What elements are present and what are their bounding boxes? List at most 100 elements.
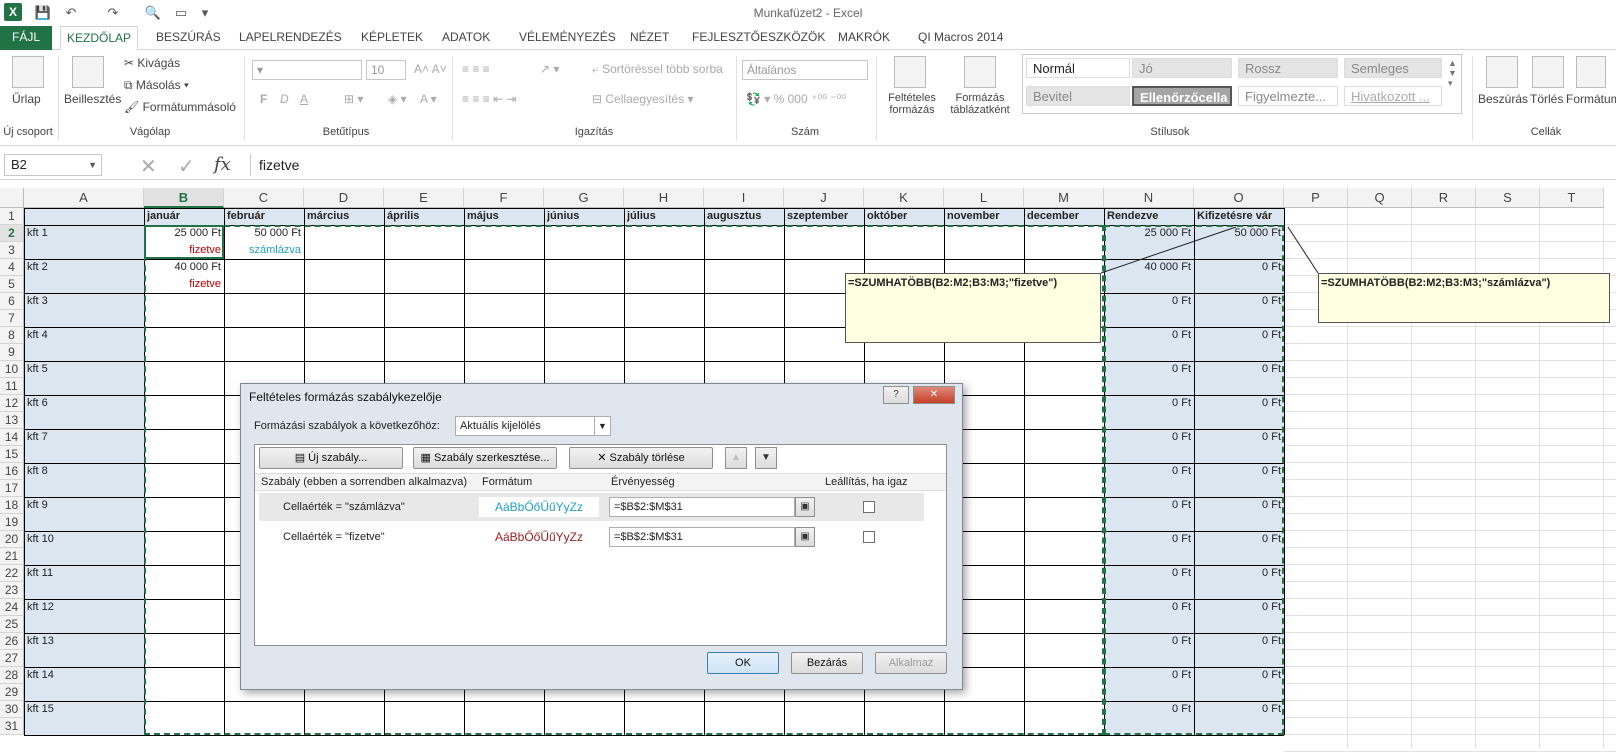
- customize-qat-icon[interactable]: ▾: [196, 4, 214, 22]
- row-header-28[interactable]: 28: [0, 667, 24, 684]
- header-cell[interactable]: Kifizetésre vár: [1194, 209, 1284, 224]
- style-normal[interactable]: Normál: [1026, 58, 1130, 78]
- company-cell[interactable]: kft 13: [24, 634, 144, 649]
- print-preview-icon[interactable]: 🔍: [144, 4, 162, 22]
- company-cell[interactable]: kft 5: [24, 362, 144, 377]
- tab-view[interactable]: NÉZET: [624, 26, 675, 50]
- form-icon[interactable]: [12, 56, 44, 88]
- wrap-text-button[interactable]: ⤶ Sortöréssel több sorba: [592, 62, 723, 77]
- column-header-L[interactable]: L: [944, 188, 1024, 208]
- font-name-combo[interactable]: ▾: [252, 60, 362, 80]
- select-all-corner[interactable]: [0, 188, 24, 208]
- company-cell[interactable]: kft 4: [24, 328, 144, 343]
- row-header-10[interactable]: 10: [0, 361, 24, 378]
- header-cell[interactable]: november: [944, 209, 1024, 224]
- row-header-29[interactable]: 29: [0, 684, 24, 701]
- row-header-26[interactable]: 26: [0, 633, 24, 650]
- column-header-F[interactable]: F: [464, 188, 544, 208]
- tab-insert[interactable]: BESZÚRÁS: [150, 26, 227, 50]
- close-dialog-button[interactable]: ✕: [913, 386, 955, 404]
- stop-if-true-checkbox[interactable]: [863, 531, 875, 543]
- bold-button[interactable]: F: [260, 92, 267, 106]
- orientation-icon[interactable]: ↗ ▾: [540, 62, 559, 76]
- help-button[interactable]: ?: [883, 386, 909, 404]
- insert-cells-icon[interactable]: [1486, 56, 1518, 88]
- grow-font-icon[interactable]: A˄ A˅: [414, 62, 447, 76]
- column-header-O[interactable]: O: [1194, 188, 1284, 208]
- column-header-K[interactable]: K: [864, 188, 944, 208]
- format-as-table-button[interactable]: Formázás táblázatként: [944, 92, 1016, 116]
- company-cell[interactable]: kft 15: [24, 702, 144, 717]
- style-bad[interactable]: Rossz: [1238, 58, 1338, 78]
- row-header-13[interactable]: 13: [0, 412, 24, 429]
- confirm-formula-icon[interactable]: ✓: [178, 154, 195, 179]
- paste-icon[interactable]: [72, 56, 104, 88]
- company-cell[interactable]: kft 12: [24, 600, 144, 615]
- row-header-17[interactable]: 17: [0, 480, 24, 497]
- column-header-N[interactable]: N: [1104, 188, 1194, 208]
- undo-icon[interactable]: ↶: [62, 4, 80, 22]
- row-header-25[interactable]: 25: [0, 616, 24, 633]
- column-header-D[interactable]: D: [304, 188, 384, 208]
- row-header-5[interactable]: 5: [0, 276, 24, 293]
- tab-home[interactable]: KEZDŐLAP: [60, 26, 139, 51]
- column-header-E[interactable]: E: [384, 188, 464, 208]
- move-up-button[interactable]: ▲: [725, 447, 747, 469]
- company-cell[interactable]: kft 9: [24, 498, 144, 513]
- column-header-A[interactable]: A: [24, 188, 144, 208]
- header-cell[interactable]: Rendezve: [1104, 209, 1194, 224]
- header-cell[interactable]: május: [464, 209, 544, 224]
- rule-row[interactable]: Cellaérték = "számlázva" AáBbŐőŰűYyZz =$…: [259, 493, 924, 521]
- column-header-T[interactable]: T: [1540, 188, 1604, 208]
- border-icon[interactable]: ⊞ ▾: [344, 92, 363, 106]
- tab-developer[interactable]: FEJLESZTŐESZKÖZÖK: [686, 26, 831, 50]
- column-header-R[interactable]: R: [1412, 188, 1476, 208]
- row-header-18[interactable]: 18: [0, 497, 24, 514]
- align-top-icon[interactable]: ≡ ≡ ≡: [462, 62, 490, 76]
- format-cells-button[interactable]: Formátum: [1566, 92, 1616, 106]
- style-check-cell[interactable]: Ellenőrzőcella: [1132, 86, 1232, 106]
- paste-button[interactable]: Beillesztés: [64, 92, 121, 106]
- company-cell[interactable]: kft 3: [24, 294, 144, 309]
- font-size-combo[interactable]: 10: [366, 60, 406, 80]
- close-button[interactable]: Bezárás: [791, 652, 863, 674]
- company-cell[interactable]: kft 11: [24, 566, 144, 581]
- company-cell[interactable]: kft 10: [24, 532, 144, 547]
- formula-note-rendezve[interactable]: =SZUMHATÖBB(B2:M2;B3:M3;"fizetve"): [845, 273, 1101, 343]
- format-as-table-icon[interactable]: [964, 56, 996, 88]
- redo-icon[interactable]: ↷: [104, 4, 122, 22]
- company-cell[interactable]: kft 1: [24, 226, 144, 241]
- row-header-22[interactable]: 22: [0, 565, 24, 582]
- quick-print-icon[interactable]: ▭: [172, 4, 190, 22]
- insert-cells-button[interactable]: Beszúrás: [1478, 92, 1528, 106]
- conditional-format-button[interactable]: Feltételes formázás: [884, 92, 940, 116]
- copy-button[interactable]: ⧉ Másolás ▾: [124, 78, 189, 93]
- column-header-B[interactable]: B: [144, 188, 224, 208]
- cut-button[interactable]: ✂ Kivágás: [124, 56, 180, 70]
- show-rules-select[interactable]: Aktuális kijelölés ▼: [455, 416, 611, 436]
- format-painter-button[interactable]: 🖌 Formátummásoló: [124, 100, 236, 114]
- formula-input[interactable]: fizetve: [250, 154, 1616, 176]
- conditional-format-icon[interactable]: [894, 56, 926, 88]
- header-cell[interactable]: február: [224, 209, 304, 224]
- tab-data[interactable]: ADATOK: [436, 26, 496, 50]
- row-header-4[interactable]: 4: [0, 259, 24, 276]
- style-good[interactable]: Jó: [1132, 58, 1232, 78]
- tab-file[interactable]: FÁJL: [0, 26, 52, 50]
- format-cells-icon[interactable]: [1576, 56, 1606, 88]
- header-cell[interactable]: október: [864, 209, 944, 224]
- range-picker-icon[interactable]: ▣: [795, 527, 815, 547]
- insert-function-icon[interactable]: fx: [214, 154, 231, 175]
- column-header-P[interactable]: P: [1284, 188, 1348, 208]
- tab-macros[interactable]: MAKRÓK: [832, 26, 896, 50]
- tab-formulas[interactable]: KÉPLETEK: [355, 26, 429, 50]
- underline-button[interactable]: A: [300, 92, 308, 106]
- row-header-8[interactable]: 8: [0, 327, 24, 344]
- formula-note-kifizetesre[interactable]: =SZUMHATÖBB(B2:M2;B3:M3;"számlázva"): [1318, 273, 1610, 323]
- gallery-scroll-icon[interactable]: ▲ ▼ ▾: [1448, 58, 1457, 89]
- row-header-16[interactable]: 16: [0, 463, 24, 480]
- fill-color-icon[interactable]: ◈ ▾: [388, 92, 407, 106]
- row-header-12[interactable]: 12: [0, 395, 24, 412]
- font-color-icon[interactable]: A ▾: [420, 92, 437, 106]
- row-header-31[interactable]: 31: [0, 718, 24, 735]
